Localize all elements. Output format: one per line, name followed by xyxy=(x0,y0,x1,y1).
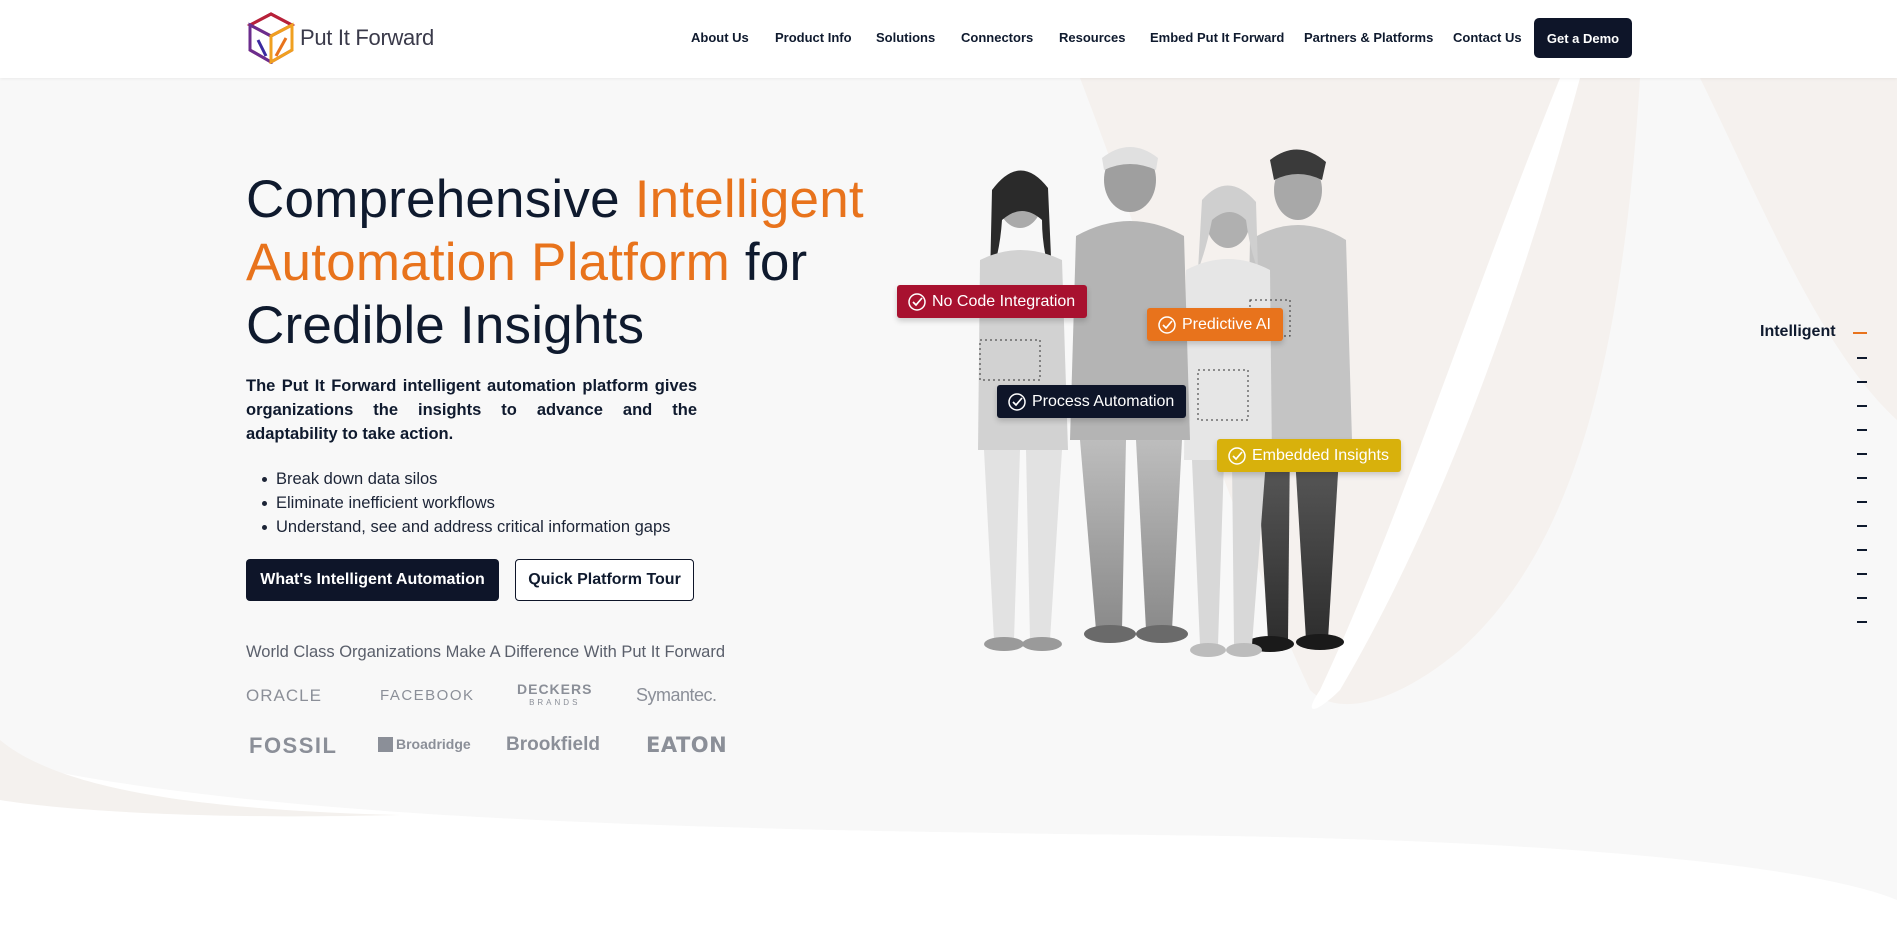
check-circle-icon xyxy=(1158,315,1176,334)
hero-title: Comprehensive Intelligent Automation Pla… xyxy=(246,168,926,357)
tag-label: No Code Integration xyxy=(932,292,1076,310)
embedded-insights-tag: Embedded Insights xyxy=(1217,439,1401,472)
predictive-ai-tag: Predictive AI xyxy=(1147,308,1283,341)
section-nav-dash[interactable] xyxy=(1857,573,1867,575)
broadridge-mark-icon xyxy=(378,736,393,752)
symantec-logo: Symantec. xyxy=(636,685,717,705)
eaton-logo: EATON xyxy=(646,733,728,757)
section-nav-dash-active[interactable] xyxy=(1853,332,1867,334)
check-circle-icon xyxy=(1008,392,1026,411)
deckers-logo: DECKERS BRANDS xyxy=(517,682,592,710)
nav-about-us[interactable]: About Us xyxy=(691,30,749,45)
tag-label: Embedded Insights xyxy=(1252,446,1389,464)
section-nav-dash[interactable] xyxy=(1857,405,1867,407)
organizations-title: World Class Organizations Make A Differe… xyxy=(246,643,725,661)
deckers-logo-name: DECKERS xyxy=(517,681,593,697)
deckers-logo-sub: BRANDS xyxy=(529,698,581,707)
logo-cube-icon xyxy=(246,12,296,64)
nav-product-info[interactable]: Product Info xyxy=(775,30,852,45)
nav-embed[interactable]: Embed Put It Forward xyxy=(1150,30,1284,45)
check-circle-icon xyxy=(908,292,926,311)
section-nav-dash[interactable] xyxy=(1857,525,1867,527)
nav-contact-us[interactable]: Contact Us xyxy=(1453,30,1522,45)
facebook-logo: FACEBOOK xyxy=(380,687,475,704)
check-circle-icon xyxy=(1228,446,1246,465)
process-automation-tag: Process Automation xyxy=(997,385,1187,418)
site-header: Put It Forward About Us Product Info Sol… xyxy=(0,0,1897,78)
oracle-logo: ORACLE xyxy=(246,686,322,705)
broadridge-logo: Broadridge xyxy=(378,736,471,752)
brookfield-logo: Brookfield xyxy=(506,734,600,755)
no-code-integration-tag: No Code Integration xyxy=(897,285,1088,318)
section-nav-dash[interactable] xyxy=(1857,597,1867,599)
section-nav-dash[interactable] xyxy=(1857,381,1867,383)
hero-title-part1: Comprehensive xyxy=(246,170,635,229)
nav-partners-platforms[interactable]: Partners & Platforms xyxy=(1304,30,1433,45)
quick-platform-tour-button[interactable]: Quick Platform Tour xyxy=(515,559,694,601)
hero-description: The Put It Forward intelligent automatio… xyxy=(246,377,697,443)
section-nav-dash[interactable] xyxy=(1857,357,1867,359)
section-nav-dash[interactable] xyxy=(1857,549,1867,551)
logo-text: Put It Forward xyxy=(300,25,434,50)
section-nav-dash[interactable] xyxy=(1857,621,1867,623)
broadridge-logo-text: Broadridge xyxy=(396,736,471,752)
whats-intelligent-automation-button[interactable]: What's Intelligent Automation xyxy=(246,559,499,601)
nav-resources[interactable]: Resources xyxy=(1059,30,1125,45)
get-demo-button[interactable]: Get a Demo xyxy=(1534,18,1632,58)
tag-label: Predictive AI xyxy=(1182,315,1271,333)
section-nav-dash[interactable] xyxy=(1857,477,1867,479)
tag-label: Process Automation xyxy=(1032,392,1175,410)
benefit-list: Break down data silos Eliminate ineffici… xyxy=(262,467,670,539)
benefit-item: Eliminate inefficient workflows xyxy=(262,491,670,515)
benefit-item: Understand, see and address critical inf… xyxy=(262,515,670,539)
section-nav-dash[interactable] xyxy=(1857,501,1867,503)
nav-solutions[interactable]: Solutions xyxy=(876,30,935,45)
section-nav-dash[interactable] xyxy=(1857,453,1867,455)
logo[interactable]: Put It Forward xyxy=(246,10,434,66)
section-nav-label: Intelligent xyxy=(1760,323,1836,340)
benefit-item: Break down data silos xyxy=(262,467,670,491)
fossil-logo: FOSSIL xyxy=(249,733,338,758)
section-nav-dash[interactable] xyxy=(1857,429,1867,431)
nav-connectors[interactable]: Connectors xyxy=(961,30,1033,45)
